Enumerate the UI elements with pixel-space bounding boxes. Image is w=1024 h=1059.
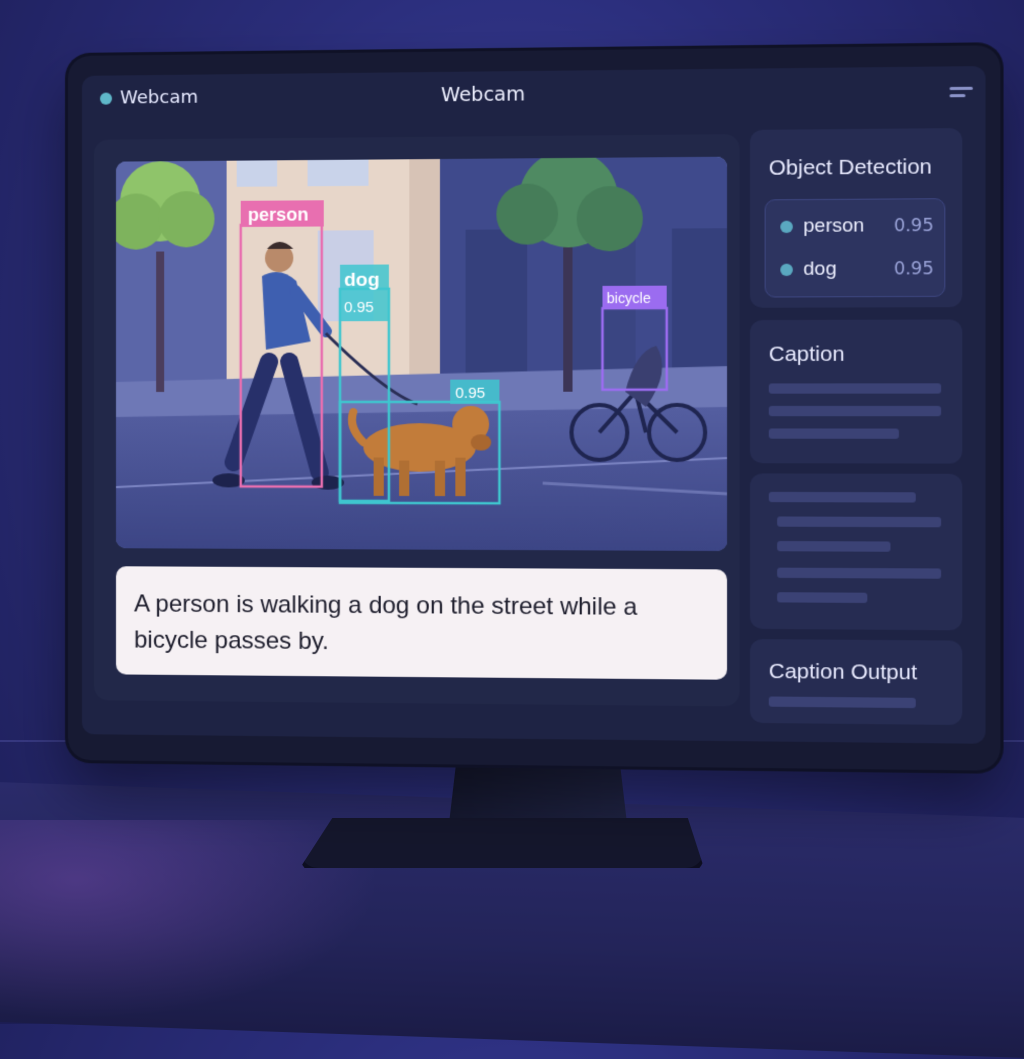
app-window: Webcam Webcam person dog 0.95 0.95 bicyc…	[82, 66, 986, 744]
detection-list-item[interactable]: dog 0.95	[780, 255, 933, 284]
detection-score-dog-body: 0.95	[455, 385, 485, 402]
caption-output-card: Caption Output	[750, 639, 962, 725]
caption-display: A person is walking a dog on the street …	[116, 566, 727, 679]
detection-dot-icon	[780, 221, 793, 233]
detection-label-bicycle: bicycle	[607, 290, 652, 306]
detection-list-item[interactable]: person 0.95	[780, 212, 933, 242]
detection-label-person: person	[248, 204, 309, 225]
detection-list: person 0.95 dog 0.95	[765, 198, 946, 297]
placeholder-line	[777, 541, 890, 552]
placeholder-line	[769, 492, 916, 503]
caption-placeholder-line	[769, 406, 941, 416]
main-panel: person dog 0.95 0.95 bicycle A person is…	[94, 134, 740, 706]
title-bar: Webcam Webcam	[82, 66, 986, 120]
webcam-tab[interactable]: Webcam	[100, 87, 198, 109]
placeholder-line	[777, 568, 941, 579]
detection-item-score: 0.95	[894, 216, 934, 237]
detection-label-dog: dog	[344, 270, 379, 291]
detection-item-score: 0.95	[894, 259, 934, 280]
caption-output-placeholder-line	[769, 696, 916, 708]
object-detection-card: Object Detection person 0.95 dog 0.95	[750, 128, 962, 308]
detection-dot-icon	[780, 264, 793, 276]
webcam-feed: person dog 0.95 0.95 bicycle	[116, 157, 727, 551]
text-placeholder-card	[750, 473, 962, 630]
menu-icon[interactable]	[950, 87, 973, 104]
webcam-scene: person dog 0.95 0.95 bicycle	[116, 157, 727, 551]
caption-placeholder-line	[769, 383, 941, 393]
detection-score-dog: 0.95	[344, 299, 374, 316]
detection-item-label: person	[803, 215, 893, 238]
placeholder-line	[777, 592, 867, 603]
placeholder-line	[777, 516, 941, 527]
monitor: Webcam Webcam person dog 0.95 0.95 bicyc…	[68, 45, 1000, 771]
status-dot-icon	[100, 92, 112, 104]
object-detection-title: Object Detection	[769, 155, 932, 181]
caption-card-title: Caption	[769, 342, 845, 367]
monitor-stand-base	[300, 818, 704, 868]
caption-card: Caption	[750, 319, 962, 463]
webcam-tab-label: Webcam	[120, 87, 198, 109]
caption-output-title: Caption Output	[769, 660, 917, 686]
caption-placeholder-line	[769, 428, 899, 438]
window-title: Webcam	[441, 83, 525, 106]
detection-item-label: dog	[803, 258, 893, 281]
